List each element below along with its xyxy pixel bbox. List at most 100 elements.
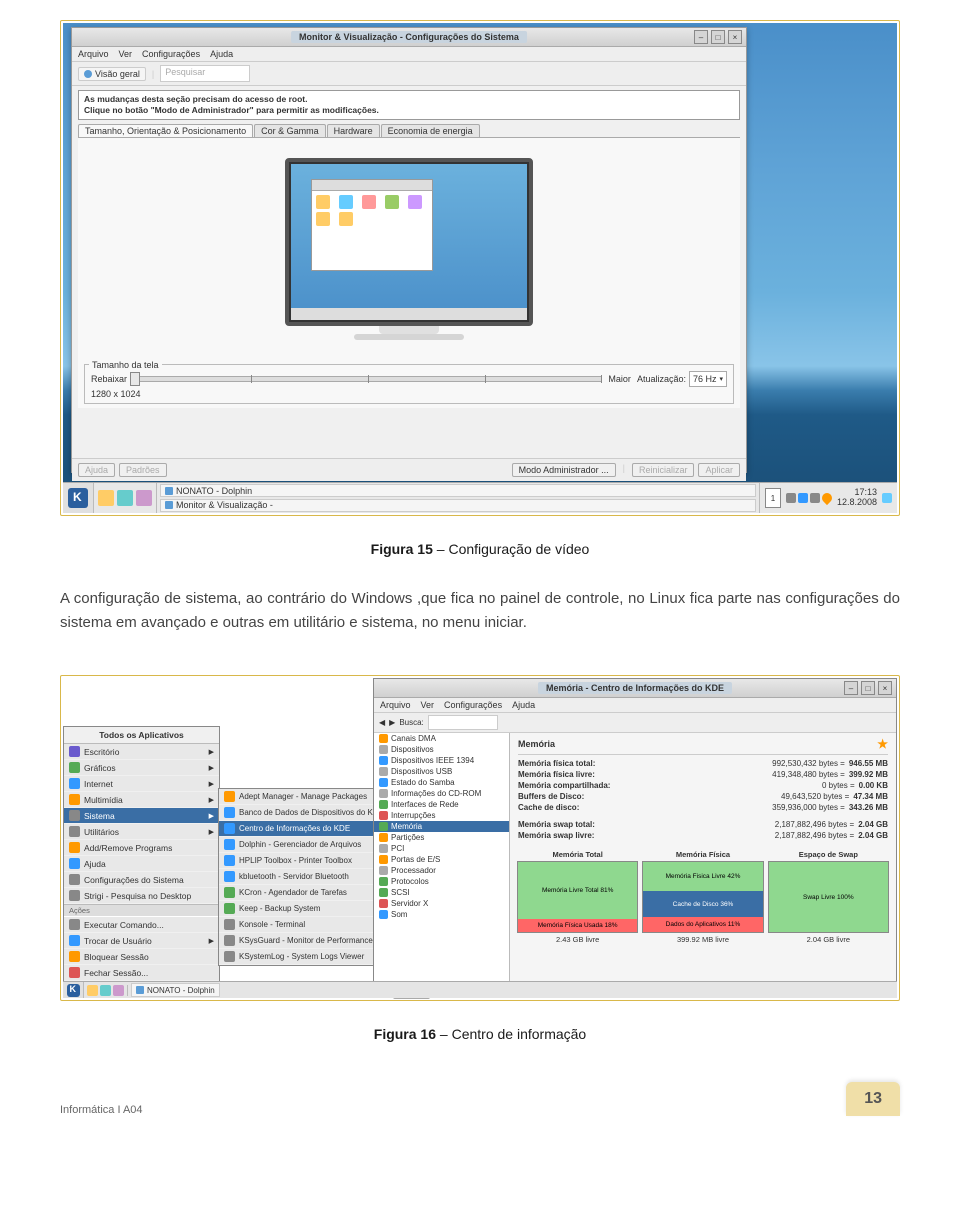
sidebar-item[interactable]: Dispositivos xyxy=(374,744,509,755)
info-row-mb: 343.26 MB xyxy=(849,803,888,812)
launcher-icon[interactable] xyxy=(117,490,133,506)
reset-button[interactable]: Reinicializar xyxy=(632,463,695,477)
minimize-icon[interactable]: – xyxy=(844,681,858,695)
menu-item[interactable]: Gráficos▶ xyxy=(64,760,219,776)
refresh-select[interactable]: 76 Hz ▾ xyxy=(689,371,727,387)
menu-ajuda[interactable]: Ajuda xyxy=(512,700,535,710)
menu-configuracoes[interactable]: Configurações xyxy=(444,700,502,710)
launcher-icon[interactable] xyxy=(98,490,114,506)
sidebar-item[interactable]: Dispositivos IEEE 1394 xyxy=(374,755,509,766)
bar-hdr-1: Memória Total xyxy=(553,850,603,859)
info-toolbar: ◀▶ Busca: xyxy=(374,713,896,733)
menu-ver[interactable]: Ver xyxy=(119,49,133,59)
launcher-icon[interactable] xyxy=(113,985,124,996)
sidebar-item-icon xyxy=(379,767,388,776)
sidebar-item[interactable]: Memória xyxy=(374,821,509,832)
k-menu-button[interactable] xyxy=(63,483,94,513)
sidebar-item[interactable]: SCSI xyxy=(374,887,509,898)
launcher-icon[interactable] xyxy=(136,490,152,506)
ss2-task1-label: NONATO - Dolphin xyxy=(147,986,215,995)
menu-item[interactable]: Ajuda xyxy=(64,856,219,872)
close-icon[interactable]: × xyxy=(728,30,742,44)
sidebar-item[interactable]: Informações do CD-ROM xyxy=(374,788,509,799)
sidebar-item[interactable]: Som xyxy=(374,909,509,920)
launcher-icon[interactable] xyxy=(100,985,111,996)
launcher-icon[interactable] xyxy=(87,985,98,996)
menu-arquivo[interactable]: Arquivo xyxy=(380,700,411,710)
search-input[interactable]: Pesquisar xyxy=(160,65,250,82)
menu-item[interactable]: Strigi - Pesquisa no Desktop xyxy=(64,888,219,904)
info-search-input[interactable] xyxy=(428,715,498,730)
menu-item-icon xyxy=(224,903,235,914)
menu-ajuda[interactable]: Ajuda xyxy=(210,49,233,59)
info-row-bytes: 992,530,432 bytes = xyxy=(772,759,845,768)
tab-hardware[interactable]: Hardware xyxy=(327,124,380,137)
task-entry-dolphin[interactable]: NONATO - Dolphin xyxy=(160,484,756,497)
size-slider[interactable] xyxy=(133,376,602,382)
menu-item-icon xyxy=(224,887,235,898)
clock[interactable]: 17:13 12.8.2008 xyxy=(837,488,877,508)
pager[interactable]: 1 xyxy=(765,488,781,508)
trash-icon[interactable] xyxy=(882,493,892,503)
sidebar-item[interactable]: Dispositivos USB xyxy=(374,766,509,777)
menu-action-item[interactable]: Bloquear Sessão xyxy=(64,949,219,965)
menu-item[interactable]: Configurações do Sistema xyxy=(64,872,219,888)
sidebar-item[interactable]: Interfaces de Rede xyxy=(374,799,509,810)
info-titlebar[interactable]: Memória - Centro de Informações do KDE –… xyxy=(374,679,896,698)
tray-icon[interactable] xyxy=(798,493,808,503)
menu-item[interactable]: Internet▶ xyxy=(64,776,219,792)
menu-action-item[interactable]: Trocar de Usuário▶ xyxy=(64,933,219,949)
sidebar-item[interactable]: Interrupções xyxy=(374,810,509,821)
sidebar-item[interactable]: Processador xyxy=(374,865,509,876)
sidebar-item[interactable]: PCI xyxy=(374,843,509,854)
menu-item-icon xyxy=(69,762,80,773)
tray-icon[interactable] xyxy=(810,493,820,503)
tab-size[interactable]: Tamanho, Orientação & Posicionamento xyxy=(78,124,253,137)
menu-ver[interactable]: Ver xyxy=(421,700,435,710)
sidebar-item[interactable]: Estado do Samba xyxy=(374,777,509,788)
k-menu-button[interactable] xyxy=(63,982,84,998)
menu-item-label: Ajuda xyxy=(84,859,106,869)
menu-configuracoes[interactable]: Configurações xyxy=(142,49,200,59)
tab-color[interactable]: Cor & Gamma xyxy=(254,124,326,137)
titlebar[interactable]: Monitor & Visualização - Configurações d… xyxy=(72,28,746,47)
help-button[interactable]: Ajuda xyxy=(78,463,115,477)
volume-icon[interactable] xyxy=(786,493,796,503)
tab-energy[interactable]: Economia de energia xyxy=(381,124,480,137)
maximize-icon[interactable]: □ xyxy=(861,681,875,695)
minimize-icon[interactable]: – xyxy=(694,30,708,44)
info-main: Memória ★ Memória física total:992,530,4… xyxy=(510,733,896,981)
defaults-button[interactable]: Padrões xyxy=(119,463,167,477)
sidebar-item-icon xyxy=(379,866,388,875)
sidebar-item-icon xyxy=(379,789,388,798)
info-row-bytes: 419,348,480 bytes = xyxy=(772,770,845,779)
admin-mode-button[interactable]: Modo Administrador ... xyxy=(512,463,616,477)
screenshot-2: Todos os Aplicativos Escritório▶Gráficos… xyxy=(63,678,897,998)
sidebar-item[interactable]: Partições xyxy=(374,832,509,843)
menu-action-item[interactable]: Executar Comando... xyxy=(64,917,219,933)
menu-item[interactable]: Escritório▶ xyxy=(64,744,219,760)
menu-action-item[interactable]: Fechar Sessão... xyxy=(64,965,219,981)
sidebar-item[interactable]: Portas de E/S xyxy=(374,854,509,865)
overview-button[interactable]: Visão geral xyxy=(78,67,146,81)
menu-item[interactable]: Multimídia▶ xyxy=(64,792,219,808)
slider-handle[interactable] xyxy=(130,372,140,386)
sidebar-item[interactable]: Protocolos xyxy=(374,876,509,887)
bar1-free: Memória Livre Total 81% xyxy=(518,862,637,919)
sidebar-item[interactable]: Canais DMA xyxy=(374,733,509,744)
menu-arquivo[interactable]: Arquivo xyxy=(78,49,109,59)
close-icon[interactable]: × xyxy=(878,681,892,695)
task-entry-monitor[interactable]: Monitor & Visualização - xyxy=(160,499,756,512)
menu-item[interactable]: Utilitários▶ xyxy=(64,824,219,840)
sidebar-item-icon xyxy=(379,778,388,787)
apply-button[interactable]: Aplicar xyxy=(698,463,740,477)
menu-item[interactable]: Sistema▶ xyxy=(64,808,219,824)
task-entry-dolphin[interactable]: NONATO - Dolphin xyxy=(131,983,220,997)
figure-15-caption: Figura 15 – Configuração de vídeo xyxy=(60,541,900,557)
window-title: Monitor & Visualização - Configurações d… xyxy=(291,31,527,43)
sidebar-item[interactable]: Servidor X xyxy=(374,898,509,909)
refresh-label: Atualização: xyxy=(637,374,686,384)
maximize-icon[interactable]: □ xyxy=(711,30,725,44)
menu-item[interactable]: Add/Remove Programs xyxy=(64,840,219,856)
update-icon[interactable] xyxy=(820,491,834,505)
